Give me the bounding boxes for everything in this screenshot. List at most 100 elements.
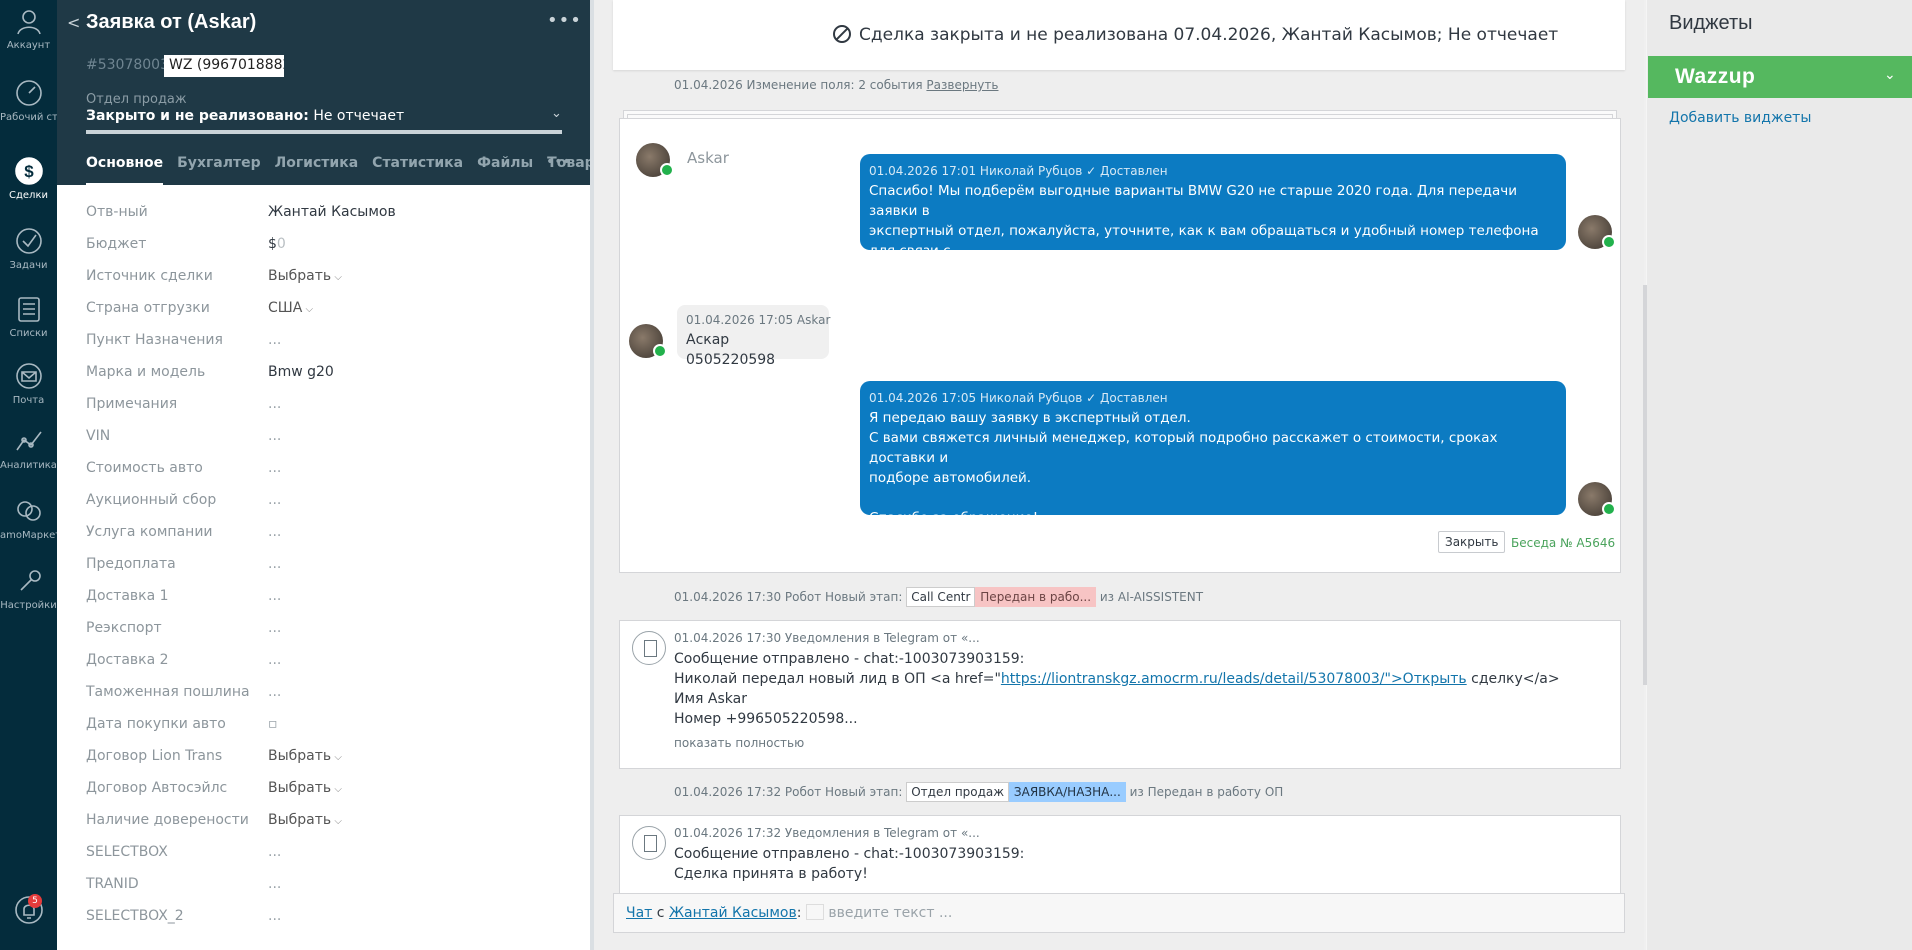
field-row: Реэкспорт...	[86, 616, 566, 648]
field-value[interactable]: ...	[268, 460, 281, 476]
field-label: Стоимость авто	[86, 460, 203, 476]
field-value[interactable]: $0	[268, 236, 286, 252]
nav-item-label: Аккаунт	[6, 40, 51, 51]
pipeline-name: Отдел продаж	[86, 92, 187, 107]
recipient-link[interactable]: Жантай Касымов	[669, 905, 797, 921]
deal-title[interactable]: Заявка от (Askar)	[86, 11, 256, 34]
nav-item-lists[interactable]: Списки	[0, 294, 57, 340]
nav-item-analytics[interactable]: Аналитика	[0, 426, 57, 472]
user-icon	[16, 10, 41, 35]
tab-3[interactable]: Статистика	[372, 155, 463, 171]
nav-item-deals[interactable]: $ Сделки	[0, 156, 57, 202]
card-tabs: Основное Бухгалтер Логистика Статистика Файл…	[86, 155, 591, 185]
field-value[interactable]: ...	[268, 876, 281, 892]
message-line	[869, 488, 1557, 508]
close-chat-button[interactable]: Закрыть	[1438, 531, 1506, 553]
message-line: подборе автомобилей.	[869, 470, 1032, 486]
deal-id: #53078003	[86, 57, 169, 73]
field-value[interactable]: ...	[268, 908, 281, 924]
nav-item-mail[interactable]: Почта	[0, 361, 57, 407]
stage-progress-fill	[86, 130, 562, 134]
field-label: SELECTBOX_2	[86, 908, 184, 924]
message-input[interactable]: введите текст ...	[828, 905, 952, 921]
stage-tag: ЗАЯВКА/НАЗНА...	[1008, 782, 1126, 802]
field-value[interactable]: Выбрать	[268, 812, 342, 828]
back-arrow-icon[interactable]: <	[67, 13, 80, 32]
channel-select[interactable]	[805, 904, 824, 920]
show-more-link[interactable]: показать полностью	[674, 736, 804, 750]
field-value[interactable]: Выбрать	[268, 268, 342, 284]
more-menu-icon[interactable]: •••	[547, 10, 582, 31]
field-value[interactable]: Жантай Касымов	[268, 204, 396, 220]
conversation-number[interactable]: Беседа № A5646	[1511, 536, 1615, 550]
nav-item-account[interactable]: Аккаунт	[0, 6, 57, 52]
svg-text:$: $	[24, 162, 34, 181]
wazzup-widget[interactable]: Wazzup ⌄	[1648, 56, 1912, 98]
field-value[interactable]: Bmw g20	[268, 364, 334, 380]
field-row: Наличие доверености Выбрать	[86, 808, 566, 840]
expand-link[interactable]: Развернуть	[926, 78, 998, 92]
field-row: Примечания...	[86, 392, 566, 424]
list-icon	[17, 297, 40, 322]
field-value[interactable]: ...	[268, 332, 281, 348]
field-label: Доставка 1	[86, 588, 169, 604]
field-value[interactable]: ...	[268, 844, 281, 860]
stage-change-note: 01.04.2026 17:30 Робот Новый этап: Call …	[674, 587, 1203, 607]
field-change-note: 01.04.2026 Изменение поля: 2 события Раз…	[674, 78, 998, 92]
add-widgets-link[interactable]: Добавить виджеты	[1669, 110, 1811, 126]
message-composer[interactable]: Чат с Жантай Касымов: введите текст ...	[613, 893, 1625, 933]
whatsapp-icon	[1602, 235, 1616, 249]
field-value[interactable]: ...	[268, 684, 281, 700]
notification-text: Николай передал новый лид в ОП <a href="	[674, 671, 1001, 687]
message-line: Я передаю вашу заявку в экспертный отдел…	[869, 410, 1191, 426]
field-label: Аукционный сбор	[86, 492, 217, 508]
nav-item-label: Рабочий стол	[0, 112, 57, 123]
notification-line: Сообщение отправлено - chat:-10030739031…	[674, 846, 1025, 862]
field-label: Наличие доверености	[86, 812, 249, 828]
field-value[interactable]: ...	[268, 588, 281, 604]
tab-1[interactable]: Бухгалтер	[177, 155, 260, 171]
field-value[interactable]: ...	[268, 556, 281, 572]
field-value[interactable]: ...	[268, 620, 281, 636]
field-label: Отв-ный	[86, 204, 148, 220]
field-value[interactable]: ...	[268, 492, 281, 508]
field-value[interactable]: ...	[268, 396, 281, 412]
field-value[interactable]: ...	[268, 652, 281, 668]
nav-item-tasks[interactable]: Задачи	[0, 226, 57, 272]
notification-line: Николай передал новый лид в ОП <a href="…	[674, 671, 1560, 687]
field-value[interactable]: ...	[268, 524, 281, 540]
nav-item-settings[interactable]: Настройки	[0, 566, 57, 612]
nav-item-market[interactable]: amoМаркет	[0, 496, 57, 542]
field-row: Дата покупки авто ▫	[86, 712, 566, 744]
widgets-panel: Виджеты Wazzup ⌄ Добавить виджеты	[1647, 0, 1912, 950]
field-value[interactable]: США	[268, 300, 313, 316]
nav-item-label: Списки	[9, 328, 48, 339]
field-value[interactable]: ▫	[268, 716, 278, 732]
field-value[interactable]: Выбрать	[268, 748, 342, 764]
more-tabs-icon[interactable]: •••	[546, 154, 571, 170]
field-label: Договор Автосэйлс	[86, 780, 228, 796]
whatsapp-icon	[660, 163, 674, 177]
tab-2[interactable]: Логистика	[275, 155, 359, 171]
status-select[interactable]: Закрыто и не реализовано: Не отчечает	[86, 108, 404, 124]
field-value[interactable]: ...	[268, 428, 281, 444]
tab-4[interactable]: Файлы	[477, 155, 533, 171]
field-value[interactable]: Выбрать	[268, 780, 342, 796]
chat-type-link[interactable]: Чат	[626, 905, 652, 921]
lead-link[interactable]: https://liontranskgz.amocrm.ru/leads/det…	[1001, 671, 1467, 687]
tab-0[interactable]: Основное	[86, 155, 164, 185]
chevron-down-icon[interactable]: ⌄	[1884, 67, 1896, 83]
field-row: Стоимость авто...	[86, 456, 566, 488]
chevron-down-icon[interactable]: ⌄	[551, 106, 562, 121]
field-row: Марка и модель Bmw g20	[86, 360, 566, 392]
nav-item-dashboard[interactable]: Рабочий стол	[0, 78, 57, 124]
field-label: Предоплата	[86, 556, 176, 572]
chat-thread: Askar 01.04.2026 17:01 Николай Рубцов ✓ …	[619, 118, 1621, 573]
deal-name-field[interactable]: WZ (9967018882	[164, 55, 284, 77]
nav-item-label: amoМаркет	[0, 530, 57, 541]
notification-line: Сообщение отправлено - chat:-10030739031…	[674, 651, 1025, 667]
field-label: Примечания	[86, 396, 178, 412]
document-icon	[632, 631, 666, 665]
field-row: Страна отгрузки США	[86, 296, 566, 328]
field-label: Источник сделки	[86, 268, 213, 284]
